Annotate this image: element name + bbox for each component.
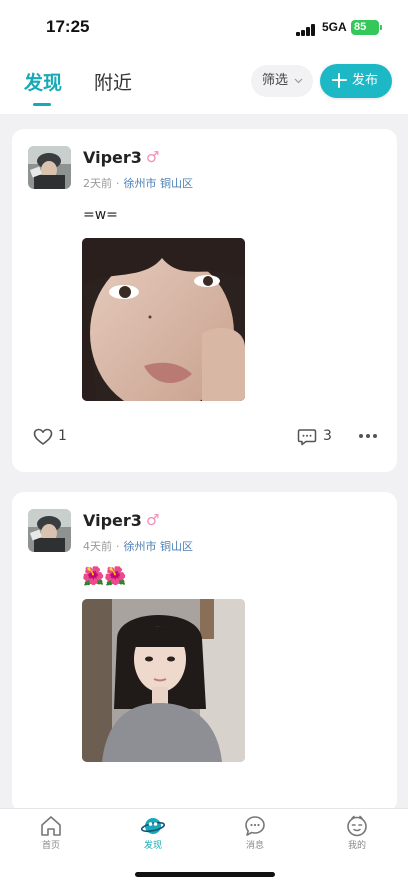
post-meta: 2天前 · 徐州市 铜山区 bbox=[83, 175, 193, 191]
plus-icon bbox=[332, 73, 347, 88]
post-actions: 1 3 bbox=[12, 425, 397, 449]
status-time: 17:25 bbox=[46, 17, 90, 36]
heart-icon[interactable] bbox=[33, 427, 53, 447]
filter-label: 筛选 bbox=[262, 73, 289, 88]
comment-count: 3 bbox=[323, 428, 332, 444]
tabbar-item-messages[interactable]: 消息 bbox=[204, 809, 306, 859]
planet-icon bbox=[141, 818, 165, 834]
network-type: 5GA bbox=[322, 20, 347, 34]
avatar[interactable] bbox=[28, 146, 71, 189]
tabbar-label-discover: 发现 bbox=[143, 841, 162, 851]
post-card[interactable]: Viper3 ♂ 2天前 · 徐州市 铜山区 =w= 1 3 bbox=[12, 129, 397, 472]
chat-bubble-icon bbox=[245, 816, 265, 836]
post-location[interactable]: 徐州市 铜山区 bbox=[124, 177, 194, 190]
publish-button[interactable]: 发布 bbox=[320, 64, 392, 98]
gender-male-icon: ♂ bbox=[146, 511, 160, 529]
post-text: 🌺🌺 bbox=[82, 566, 127, 587]
top-header: 发现 附近 筛选 发布 bbox=[0, 52, 408, 114]
battery-icon: 85 bbox=[351, 20, 379, 35]
publish-label: 发布 bbox=[352, 73, 379, 88]
avatar[interactable] bbox=[28, 509, 71, 552]
tabbar-item-home[interactable]: 首页 bbox=[0, 809, 102, 859]
like-count: 1 bbox=[58, 428, 67, 444]
more-icon[interactable] bbox=[359, 434, 377, 440]
tabbar-item-discover[interactable]: 发现 bbox=[102, 809, 204, 859]
signal-icon bbox=[296, 24, 318, 36]
post-image[interactable] bbox=[82, 599, 245, 762]
post-image[interactable] bbox=[82, 238, 245, 401]
post-meta: 4天前 · 徐州市 铜山区 bbox=[83, 538, 193, 554]
post-text: =w= bbox=[83, 207, 118, 223]
meta-separator: · bbox=[116, 177, 120, 190]
post-time: 4天前 bbox=[83, 540, 112, 553]
feed-list[interactable]: Viper3 ♂ 2天前 · 徐州市 铜山区 =w= 1 3 Viper3 ♂ … bbox=[0, 114, 408, 808]
post-card[interactable]: Viper3 ♂ 4天前 · 徐州市 铜山区 🌺🌺 bbox=[12, 492, 397, 808]
tabbar-item-profile[interactable]: 我的 bbox=[306, 809, 408, 859]
post-time: 2天前 bbox=[83, 177, 112, 190]
meta-separator: · bbox=[116, 540, 120, 553]
home-indicator[interactable] bbox=[135, 872, 275, 877]
battery-level: 85 bbox=[354, 21, 367, 33]
chevron-down-icon bbox=[294, 66, 303, 109]
gender-male-icon: ♂ bbox=[146, 148, 160, 166]
home-icon bbox=[41, 816, 61, 836]
battery-tip bbox=[380, 25, 382, 30]
tabbar-label-profile: 我的 bbox=[347, 841, 366, 851]
active-tab-indicator bbox=[33, 103, 51, 106]
filter-button[interactable]: 筛选 bbox=[251, 65, 313, 97]
post-username[interactable]: Viper3 bbox=[83, 511, 142, 530]
post-username[interactable]: Viper3 bbox=[83, 148, 142, 167]
tabbar-label-home: 首页 bbox=[41, 841, 60, 851]
post-location[interactable]: 徐州市 铜山区 bbox=[124, 540, 194, 553]
tab-discover[interactable]: 发现 bbox=[24, 68, 62, 95]
face-icon bbox=[347, 815, 367, 837]
status-bar: 17:25 5GA 85 bbox=[0, 0, 408, 52]
comment-icon[interactable] bbox=[297, 427, 317, 447]
tabbar-label-messages: 消息 bbox=[245, 841, 264, 851]
tab-nearby[interactable]: 附近 bbox=[94, 68, 132, 95]
